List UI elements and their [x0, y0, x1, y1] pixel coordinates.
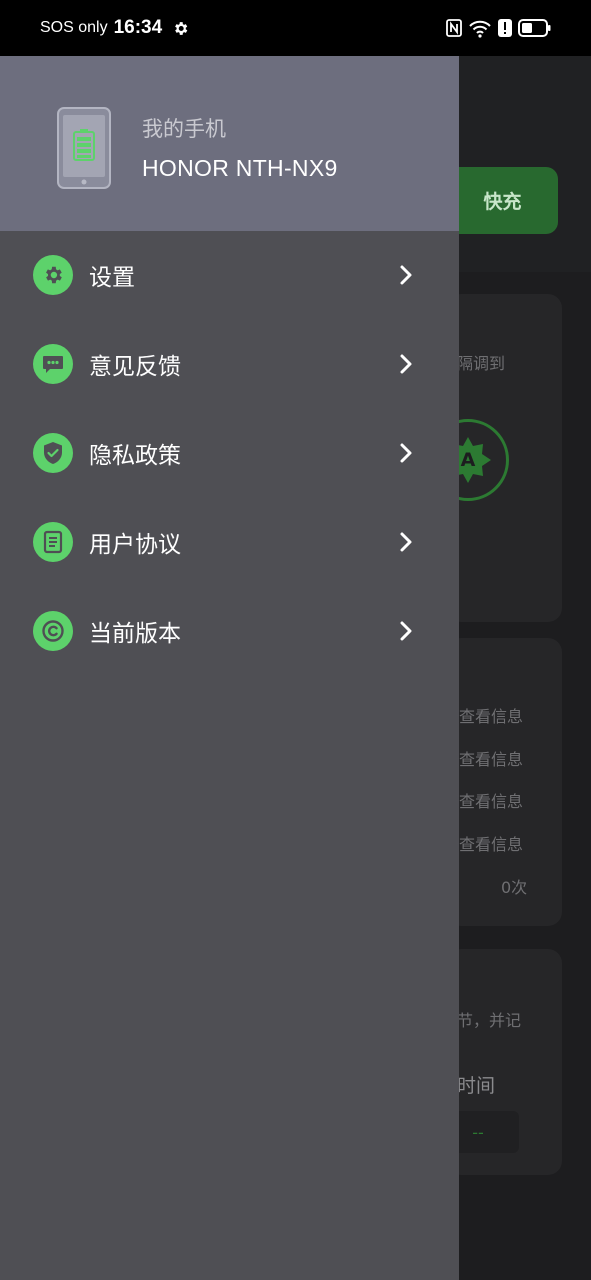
- alert-icon: [498, 19, 512, 37]
- copyright-icon: [33, 611, 73, 651]
- main-header-area: 快充: [447, 56, 591, 272]
- record-card: 节，并记 时间 --: [437, 949, 562, 1175]
- clock: 16:34: [113, 17, 163, 38]
- phone-battery-icon: [57, 107, 111, 189]
- drawer-header: 我的手机 HONOR NTH-NX9: [0, 56, 459, 231]
- card-text: 隔调到: [457, 354, 506, 373]
- document-icon: [33, 522, 73, 562]
- gear-icon: [33, 255, 73, 295]
- time-label: 时间: [457, 1075, 496, 1097]
- info-row[interactable]: 查看信息: [459, 703, 523, 727]
- menu-item-label: 设置: [89, 265, 135, 291]
- main-screen-background: 快充 隔调到 A 查看信息 查看信息 查看信息 查看信息 0次 节，并记 时间 …: [427, 56, 591, 1280]
- card-text: 节，并记: [457, 1011, 522, 1030]
- menu-item-settings[interactable]: 设置: [0, 231, 459, 319]
- chevron-right-icon: [400, 265, 412, 285]
- chevron-right-icon: [400, 532, 412, 552]
- chevron-right-icon: [400, 354, 412, 374]
- menu-item-label: 用户协议: [89, 532, 181, 558]
- charge-mode-card: 隔调到 A: [427, 294, 562, 622]
- count-text: 0次: [501, 878, 528, 897]
- menu-item-feedback[interactable]: 意见反馈: [0, 320, 459, 408]
- badge-letter: A: [460, 449, 476, 471]
- battery-icon: [518, 19, 551, 37]
- status-bar: SOS only 16:34: [0, 0, 591, 56]
- menu-item-current-version[interactable]: 当前版本: [0, 587, 459, 675]
- shield-icon: [33, 433, 73, 473]
- carrier-text: SOS only: [40, 19, 108, 36]
- menu-item-label: 意见反馈: [89, 354, 181, 380]
- menu-item-label: 当前版本: [89, 621, 181, 647]
- menu-item-privacy-policy[interactable]: 隐私政策: [0, 409, 459, 497]
- chat-icon: [33, 344, 73, 384]
- menu-item-user-agreement[interactable]: 用户协议: [0, 498, 459, 586]
- chevron-right-icon: [400, 621, 412, 641]
- time-value: --: [472, 1122, 484, 1142]
- navigation-drawer: 我的手机 HONOR NTH-NX9 设置 意见反馈 隐私政策 用户协议 当前版…: [0, 56, 459, 1280]
- chevron-right-icon: [400, 443, 412, 463]
- wifi-icon: [468, 18, 492, 38]
- my-phone-label: 我的手机: [142, 117, 226, 141]
- info-row[interactable]: 查看信息: [459, 788, 523, 812]
- fast-charge-button[interactable]: 快充: [447, 167, 558, 234]
- info-row[interactable]: 查看信息: [459, 746, 523, 770]
- menu-item-label: 隐私政策: [89, 443, 181, 469]
- info-card: 查看信息 查看信息 查看信息 查看信息 0次: [447, 638, 562, 926]
- nfc-icon: [446, 19, 462, 37]
- device-name: HONOR NTH-NX9: [142, 155, 338, 181]
- settings-icon: [172, 20, 189, 37]
- info-row[interactable]: 查看信息: [459, 831, 523, 855]
